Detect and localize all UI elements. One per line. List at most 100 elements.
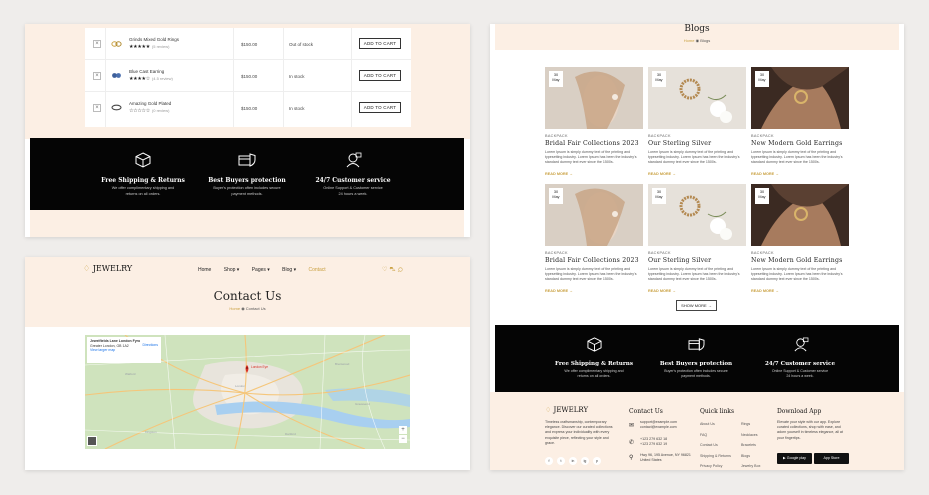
menu-item-shop[interactable]: Shop ▾ bbox=[224, 267, 240, 273]
product-price: $150.00 bbox=[241, 42, 258, 47]
header-icons: ♡⛍⌕ bbox=[382, 266, 405, 274]
zoom-out-button[interactable]: − bbox=[399, 435, 407, 443]
breadcrumb: Home ◉ Blogs bbox=[495, 38, 899, 43]
remove-item-icon[interactable]: × bbox=[93, 104, 101, 112]
footer-link[interactable]: Necklaces bbox=[741, 430, 760, 441]
svg-text:London: London bbox=[235, 384, 245, 388]
blog-excerpt: Lorem Ipsum is simply dummy text of the … bbox=[545, 267, 637, 281]
rating-stars: ☆☆☆☆☆ (0 review) bbox=[129, 108, 170, 114]
breadcrumb-current: Blogs bbox=[700, 38, 711, 43]
google-play-button[interactable]: ▶ Google play bbox=[777, 453, 812, 464]
blog-title[interactable]: New Modern Gold Earrings bbox=[751, 140, 843, 147]
blog-excerpt: Lorem Ipsum is simply dummy text of the … bbox=[751, 267, 843, 281]
show-more-button[interactable]: SHOW MORE → bbox=[676, 300, 717, 311]
main-menu: Home Shop ▾ Pages ▾ Blog ▾ Contact bbox=[198, 267, 337, 273]
breadcrumb-home[interactable]: Home bbox=[684, 38, 695, 43]
app-store-button[interactable]: App Store bbox=[814, 453, 849, 464]
footer-app-heading: Download App bbox=[777, 408, 822, 415]
read-more-link[interactable]: READ MORE → bbox=[648, 172, 676, 176]
features-strip: Free Shipping & Returns We offer complim… bbox=[30, 138, 464, 210]
svg-text:Kingston: Kingston bbox=[145, 430, 157, 434]
stock-status: In stock bbox=[289, 74, 305, 79]
blog-title[interactable]: Bridal Fair Collections 2023 bbox=[545, 140, 639, 147]
cart-icon[interactable]: ⛍ bbox=[389, 267, 397, 273]
footer-link[interactable]: Rings bbox=[741, 419, 760, 430]
product-name[interactable]: Amazing Gold Plated bbox=[129, 101, 171, 106]
product-price: $150.00 bbox=[241, 106, 258, 111]
footer-quick-links-heading: Quick links bbox=[700, 408, 735, 415]
add-to-cart-button[interactable]: ADD TO CART bbox=[359, 70, 401, 81]
site-footer: ♢ JEWELRY Timeless craftsmanship, contem… bbox=[490, 392, 904, 470]
feature-title: 24/7 Customer service bbox=[764, 361, 836, 367]
customer-service-icon bbox=[346, 152, 362, 168]
shield-card-icon bbox=[238, 153, 256, 167]
read-more-link[interactable]: READ MORE → bbox=[648, 289, 676, 293]
menu-item-blog[interactable]: Blog ▾ bbox=[282, 267, 296, 273]
stock-status: Out of stock bbox=[289, 42, 314, 47]
blog-title[interactable]: Our Sterling Silver bbox=[648, 257, 711, 264]
view-larger-map-link[interactable]: View larger map bbox=[90, 348, 158, 353]
menu-item-pages[interactable]: Pages ▾ bbox=[252, 267, 270, 273]
facebook-icon[interactable]: f bbox=[545, 457, 553, 465]
breadcrumb-home[interactable]: Home bbox=[229, 306, 240, 311]
linkedin-icon[interactable]: in bbox=[569, 457, 577, 465]
map-info-card: Jewelfields Lane London Fyro Greater Lon… bbox=[87, 337, 161, 363]
footer-link[interactable]: Shipping & Returns bbox=[700, 451, 731, 462]
ring-product-thumbnail bbox=[111, 41, 122, 47]
instagram-icon[interactable]: ig bbox=[581, 457, 589, 465]
footer-link[interactable]: Blogs bbox=[741, 451, 760, 462]
footer-logo[interactable]: ♢ JEWELRY bbox=[545, 406, 588, 414]
header: ♢ JEWELRY Home Shop ▾ Pages ▾ Blog ▾ Con… bbox=[25, 257, 470, 327]
blog-excerpt: Lorem Ipsum is simply dummy text of the … bbox=[648, 267, 740, 281]
feature-description: Online Support & Customer service 24 hour… bbox=[771, 369, 829, 379]
read-more-link[interactable]: READ MORE → bbox=[545, 172, 573, 176]
page-header-banner: Blogs Home ◉ Blogs bbox=[495, 24, 899, 50]
footer-contact-heading: Contact Us bbox=[629, 408, 663, 415]
pinterest-icon[interactable]: p bbox=[593, 457, 601, 465]
quick-links-column-1: About Us FAQ Contact Us Shipping & Retur… bbox=[700, 419, 731, 470]
shield-card-icon bbox=[688, 338, 704, 351]
blog-title[interactable]: Our Sterling Silver bbox=[648, 140, 711, 147]
read-more-link[interactable]: READ MORE → bbox=[545, 289, 573, 293]
date-badge: 30 May bbox=[652, 71, 666, 87]
search-icon[interactable]: ⌕ bbox=[398, 267, 405, 273]
table-row: × Amazing Gold Plated ☆☆☆☆☆ (0 review) $1… bbox=[85, 93, 411, 124]
box-icon bbox=[135, 152, 151, 168]
svg-text:Watford: Watford bbox=[125, 372, 136, 376]
diamond-icon: ♢ bbox=[83, 264, 91, 273]
remove-item-icon[interactable]: × bbox=[93, 72, 101, 80]
blog-title[interactable]: New Modern Gold Earrings bbox=[751, 257, 843, 264]
table-row: × Blue Cast Earring ★★★★☆ (4.5 review) $1… bbox=[85, 61, 411, 92]
footer-link[interactable]: About Us bbox=[700, 419, 731, 430]
footer-link[interactable]: Privacy Policy bbox=[700, 461, 731, 470]
footer-link[interactable]: Bracelets bbox=[741, 440, 760, 451]
page-title: Blogs bbox=[684, 24, 710, 34]
add-to-cart-button[interactable]: ADD TO CART bbox=[359, 102, 401, 113]
menu-item-contact[interactable]: Contact bbox=[308, 267, 325, 273]
bracelet-product-thumbnail bbox=[111, 104, 122, 111]
menu-item-home[interactable]: Home bbox=[198, 267, 211, 273]
product-name[interactable]: Blue Cast Earring bbox=[129, 69, 164, 74]
read-more-link[interactable]: READ MORE → bbox=[751, 172, 779, 176]
product-name[interactable]: Grinds Mixed Gold Rings bbox=[129, 37, 179, 42]
box-icon bbox=[586, 337, 602, 352]
twitter-icon[interactable]: t bbox=[557, 457, 565, 465]
date-badge: 30 May bbox=[549, 188, 563, 204]
feature-customer-service: 24/7 Customer service Online Support & C… bbox=[306, 152, 400, 197]
map-satellite-toggle[interactable] bbox=[87, 436, 97, 446]
feature-description: Online Support & Customer service 24 hour… bbox=[323, 186, 383, 196]
footer-link[interactable]: Contact Us bbox=[700, 440, 731, 451]
zoom-in-button[interactable]: + bbox=[399, 426, 407, 434]
footer-link[interactable]: FAQ bbox=[700, 430, 731, 441]
footer-link[interactable]: Jewelry Box bbox=[741, 461, 760, 470]
add-to-cart-button[interactable]: ADD TO CART bbox=[359, 38, 401, 49]
footer-phones: +123 279 632 18 +123 279 632 19 bbox=[640, 437, 668, 447]
read-more-link[interactable]: READ MORE → bbox=[751, 289, 779, 293]
blog-title[interactable]: Bridal Fair Collections 2023 bbox=[545, 257, 639, 264]
site-logo[interactable]: ♢ JEWELRY bbox=[83, 264, 132, 273]
google-map[interactable]: London Watford Brentwood Kingston Dartford G… bbox=[85, 335, 410, 449]
directions-link[interactable]: Directions bbox=[142, 343, 158, 348]
blog-excerpt: Lorem Ipsum is simply dummy text of the … bbox=[751, 150, 843, 164]
earring-product-thumbnail bbox=[112, 73, 121, 78]
remove-item-icon[interactable]: × bbox=[93, 40, 101, 48]
